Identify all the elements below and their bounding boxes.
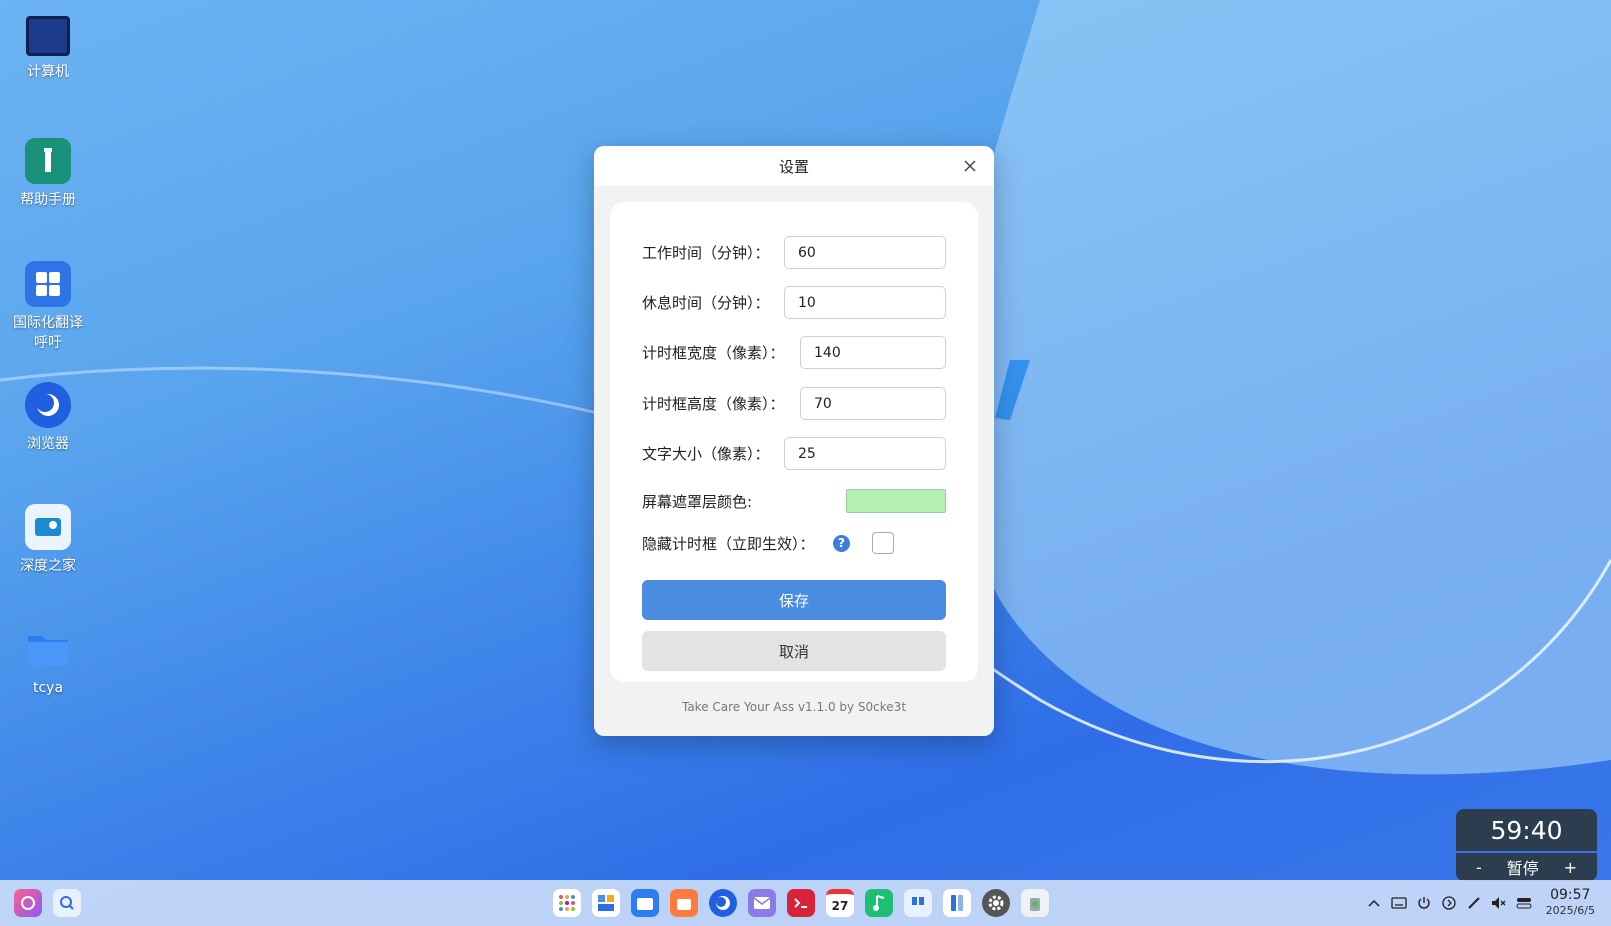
mail-icon[interactable] [748,889,776,917]
browser-taskbar-icon[interactable] [709,889,737,917]
timer-width-row: 计时框宽度（像素）： 140 [642,336,946,369]
dialog-footer: Take Care Your Ass v1.1.0 by S0cke3t [681,700,907,714]
deepin-home-icon [25,504,71,550]
desktop-icon-browser[interactable]: 浏览器 [0,382,96,454]
timer-minus-button[interactable]: - [1476,858,1482,877]
work-time-row: 工作时间（分钟）： 60 [642,236,946,269]
control-center-icon[interactable] [943,889,971,917]
power-icon[interactable] [1416,895,1432,911]
settings-panel: 工作时间（分钟）： 60 休息时间（分钟）： 10 计时框宽度（像素）： 140… [610,202,978,682]
timer-width-input[interactable]: 140 [800,336,946,369]
font-size-input[interactable]: 25 [784,437,946,470]
hide-timer-checkbox[interactable] [872,532,894,554]
work-time-input[interactable]: 60 [784,236,946,269]
dialog-titlebar: 设置 [594,146,994,186]
timer-height-row: 计时框高度（像素）： 70 [642,387,946,420]
keyboard-icon[interactable] [1391,895,1407,911]
timer-pause-button[interactable]: 暂停 [1507,855,1539,879]
cancel-button[interactable]: 取消 [642,631,946,671]
pen-icon[interactable] [1466,895,1482,911]
mask-color-swatch[interactable] [846,489,946,513]
clock-date: 2025/6/5 [1545,904,1595,917]
desktop-icon-label: tcya [32,680,64,696]
desktop-icon-label: 国际化翻译 呼吁 [13,315,83,351]
music-icon[interactable] [865,889,893,917]
desktop-icon-folder[interactable]: tcya [0,626,96,698]
settings-dialog: 设置 工作时间（分钟）： 60 休息时间（分钟）： 10 计时框宽度（像素）： … [594,146,994,736]
timer-height-input[interactable]: 70 [800,387,946,420]
calendar-icon[interactable]: 27 [826,889,854,917]
launcher-icon[interactable] [14,889,42,917]
file-manager-icon[interactable] [631,889,659,917]
desktop-icon-computer[interactable]: 计算机 [0,16,96,82]
rest-time-label: 休息时间（分钟）： [642,294,770,312]
trash-icon[interactable] [1021,889,1049,917]
rest-time-row: 休息时间（分钟）： 10 [642,286,946,319]
dialog-title: 设置 [778,157,809,176]
settings-gear-icon[interactable] [982,889,1010,917]
timer-height-label: 计时框高度（像素）： [642,395,785,413]
clock-time: 09:57 [1550,887,1591,903]
terminal-icon[interactable] [787,889,815,917]
timer-widget: 59:40 - 暂停 + [1456,809,1597,881]
taskbar: 27 09:57 2025/6/5 [0,880,1611,926]
font-size-label: 文字大小（像素）： [642,445,770,463]
work-time-label: 工作时间（分钟）： [642,244,770,262]
tray-expand-icon[interactable] [1366,895,1382,911]
desktop-icon-help-manual[interactable]: 帮助手册 [0,138,96,210]
help-icon[interactable]: ? [833,534,850,552]
desktop-icon-translation[interactable]: 国际化翻译 呼吁 [0,261,96,353]
close-icon[interactable] [960,156,980,176]
desktop-icon-label: 深度之家 [20,558,76,574]
toggle-icon[interactable] [1516,895,1532,911]
translation-icon [25,261,71,307]
notes-icon[interactable] [904,889,932,917]
desktop-icon-label: 浏览器 [27,436,69,452]
app-store-icon[interactable] [670,889,698,917]
folder-icon [25,626,71,672]
hide-timer-label: 隐藏计时框（立即生效）： [642,534,815,553]
rest-time-input[interactable]: 10 [784,286,946,319]
timer-controls: - 暂停 + [1456,853,1597,881]
volume-muted-icon[interactable] [1491,895,1507,911]
computer-icon [26,16,70,56]
desktop-icon-label: 计算机 [27,64,69,80]
lighthouse-icon [25,138,71,184]
notification-icon[interactable] [1441,895,1457,911]
browser-icon [25,382,71,428]
hide-timer-row: 隐藏计时框（立即生效）： ? [642,530,946,556]
save-button[interactable]: 保存 [642,580,946,620]
timer-width-label: 计时框宽度（像素）： [642,344,785,362]
mask-color-label: 屏幕遮罩层颜色: [642,492,753,511]
search-icon[interactable] [53,889,81,917]
app-grid-icon[interactable] [553,889,581,917]
desktop-icon-deepin-home[interactable]: 深度之家 [0,504,96,576]
desktop-icon-label: 帮助手册 [20,192,76,208]
font-size-row: 文字大小（像素）： 25 [642,437,946,470]
multitask-icon[interactable] [592,889,620,917]
taskbar-clock[interactable]: 09:57 2025/6/5 [1546,887,1595,918]
timer-plus-button[interactable]: + [1564,858,1577,877]
timer-display: 59:40 [1456,809,1597,851]
mask-color-row: 屏幕遮罩层颜色: [642,488,946,514]
